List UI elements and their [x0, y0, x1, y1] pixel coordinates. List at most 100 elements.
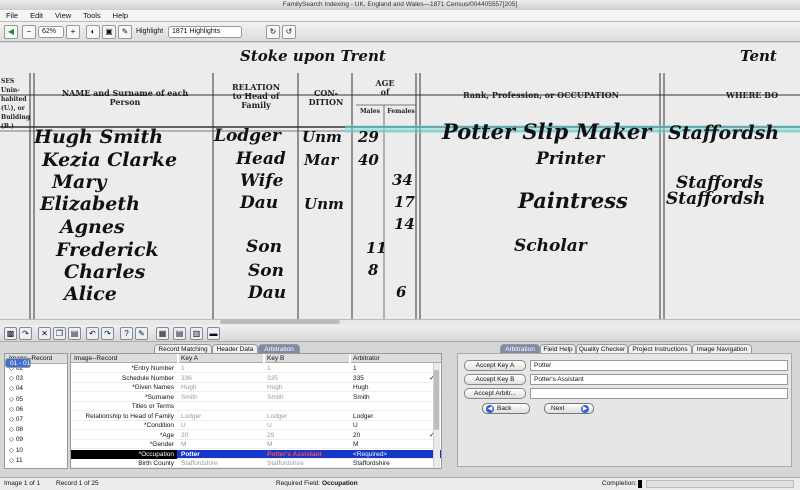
record-count: Record 1 of 25 — [56, 480, 99, 487]
census-image[interactable]: Stoke upon Trent Tent SES Unin-habited (U.… — [0, 43, 800, 319]
key-a-cell: M — [181, 441, 187, 448]
back-button[interactable]: ◀ Back — [482, 403, 530, 414]
grid-row[interactable]: *Age 20 29 20 ✓ — [71, 431, 441, 440]
grid-row[interactable]: *Surname Smith Smith Smith — [71, 393, 441, 402]
record-item[interactable]: ◇ 05 — [5, 395, 67, 405]
record-item[interactable]: ◇ 06 — [5, 405, 67, 415]
key-b-cell: Smith — [267, 393, 284, 401]
menu-file[interactable]: File — [0, 10, 24, 22]
grid-row[interactable]: *Occupation Potter Potter's Assistant <Requ… — [71, 449, 441, 459]
entry-age-male: 29 — [358, 128, 379, 146]
field-label: *Given Names — [132, 384, 174, 391]
zoom-in-icon[interactable]: + — [66, 25, 80, 39]
entry-relation: Dau — [248, 283, 287, 303]
mark-icon[interactable]: ✎ — [135, 327, 148, 340]
entry-name: Charles — [64, 261, 146, 283]
grid-row[interactable]: Relationship to Head of Family Lodger Lodg… — [71, 412, 441, 421]
menu-tools[interactable]: Tools — [77, 10, 107, 22]
record-item-label: 07 — [15, 415, 24, 423]
accept-key-a-button[interactable]: Accept Key A — [464, 360, 526, 371]
grid-row[interactable]: *Entry Number 1 1 1 — [71, 364, 441, 374]
grid-scroll-thumb[interactable] — [434, 370, 439, 430]
header-males: Males — [359, 108, 380, 115]
header-houses: SES Unin-habited (U.), or Building (B.) — [1, 78, 31, 130]
grid-row[interactable]: *Condition U U U — [71, 421, 441, 431]
record-item-label: 04 — [15, 385, 24, 393]
grid-row[interactable]: Birth County Staffordshire Staffordshire St… — [71, 459, 441, 468]
field-help-icon[interactable]: ? — [120, 327, 133, 340]
flip-icon[interactable]: ↺ — [282, 25, 296, 39]
grid-row[interactable]: *Gender M M M — [71, 440, 441, 450]
delete-icon[interactable]: ✕ — [38, 327, 51, 340]
grid-row[interactable]: Schedule Number 336 335 335 ✓ — [71, 374, 441, 383]
next-button[interactable]: Next ▶ — [544, 403, 594, 414]
accept-key-b-button[interactable]: Accept Key B — [464, 374, 526, 385]
invert-icon[interactable]: ▣ — [102, 25, 116, 39]
record-item-label: 01 - 01 — [10, 360, 31, 367]
field-label: Schedule Number — [121, 374, 174, 382]
header-females: Females — [387, 108, 415, 115]
menu-view[interactable]: View — [49, 10, 77, 22]
arbitrator-cell[interactable]: Hugh — [351, 383, 435, 392]
redo-icon[interactable]: ↷ — [101, 327, 114, 340]
zoom-select[interactable]: 62% — [38, 26, 64, 38]
ruler-icon[interactable]: ▬ — [207, 327, 220, 340]
entry-name: Mary — [52, 171, 107, 193]
entry-age-female: 17 — [394, 193, 415, 211]
arbitrator-cell[interactable]: Lodger — [351, 412, 435, 421]
image-scroll-thumb[interactable] — [220, 320, 340, 324]
form-entry-icon[interactable]: ▤ — [173, 327, 186, 340]
arbitrator-cell[interactable]: U — [351, 421, 435, 430]
record-item[interactable]: 01 - 01 — [5, 358, 32, 369]
key-b-cell: 29 — [267, 431, 275, 439]
key-b-cell: Staffordshire — [267, 460, 304, 467]
undo-icon[interactable]: ↶ — [86, 327, 99, 340]
arbitrator-cell[interactable]: 20 — [351, 431, 435, 440]
grid-row[interactable]: Titles or Terms — [71, 402, 441, 412]
record-item[interactable]: ◇ 10 — [5, 446, 67, 456]
key-b-cell: Lodger — [267, 412, 288, 420]
entry-age-female: 14 — [394, 215, 415, 233]
field-label: Titles or Terms — [131, 403, 174, 410]
record-item[interactable]: ◇ 09 — [5, 435, 67, 445]
arbitration-grid: Image--Record Key A Key B Arbitrator *En… — [70, 353, 442, 469]
back-arrow-icon: ◀ — [486, 405, 494, 413]
header-entry-icon[interactable]: ▥ — [190, 327, 203, 340]
contrast-icon[interactable]: ◐ — [86, 25, 100, 39]
menu-help[interactable]: Help — [107, 10, 134, 22]
arbitrator-cell[interactable]: 1 — [351, 364, 435, 373]
entry-toolbar: ▩ ↷ ✕ ❐ ▤ ↶ ↷ ? ✎ ▦ ▤ ▥ ▬ — [0, 325, 800, 342]
key-a-cell: 1 — [181, 365, 185, 372]
back-arrow-icon[interactable]: ◀ — [4, 25, 18, 39]
arbitrator-cell[interactable]: 335 — [351, 374, 435, 383]
menu-edit[interactable]: Edit — [24, 10, 49, 22]
grid-row[interactable]: *Given Names Hugh Hugh Hugh — [71, 383, 441, 393]
table-entry-icon[interactable]: ▦ — [156, 327, 169, 340]
zoom-out-icon[interactable]: − — [22, 25, 36, 39]
highlight-icon[interactable]: ✎ — [118, 25, 132, 39]
field-label: *Gender — [149, 441, 174, 448]
entry-relation: Son — [246, 237, 282, 257]
arbitrator-value[interactable] — [530, 388, 788, 399]
arbitrator-cell[interactable]: M — [351, 440, 435, 449]
record-item[interactable]: ◇ 08 — [5, 425, 67, 435]
accept-arbitrator-button[interactable]: Accept Arbitr... — [464, 388, 526, 399]
entry-condition: Unm — [304, 195, 344, 213]
next-button-label: Next — [551, 405, 565, 412]
arbitrator-cell[interactable]: Staffordshire — [351, 459, 435, 468]
record-item[interactable]: ◇ 07 — [5, 415, 67, 425]
save-icon[interactable]: ▩ — [4, 327, 17, 340]
entry-relation: Son — [248, 261, 284, 281]
field-label: *Occupation — [71, 449, 177, 459]
highlight-select[interactable]: 1871 Highlights — [168, 26, 242, 38]
copy-icon[interactable]: ❐ — [53, 327, 66, 340]
arbitrator-cell[interactable]: <Required> — [351, 450, 435, 459]
paste-icon[interactable]: ▤ — [68, 327, 81, 340]
arbitrator-cell[interactable]: Smith — [351, 393, 435, 402]
submit-icon[interactable]: ↷ — [19, 327, 32, 340]
record-item[interactable]: ◇ 04 — [5, 384, 67, 394]
header-where-born: WHERE BO — [726, 90, 779, 100]
record-item[interactable]: ◇ 11 — [5, 456, 67, 466]
record-item[interactable]: ◇ 03 — [5, 374, 67, 384]
rotate-icon[interactable]: ↻ — [266, 25, 280, 39]
